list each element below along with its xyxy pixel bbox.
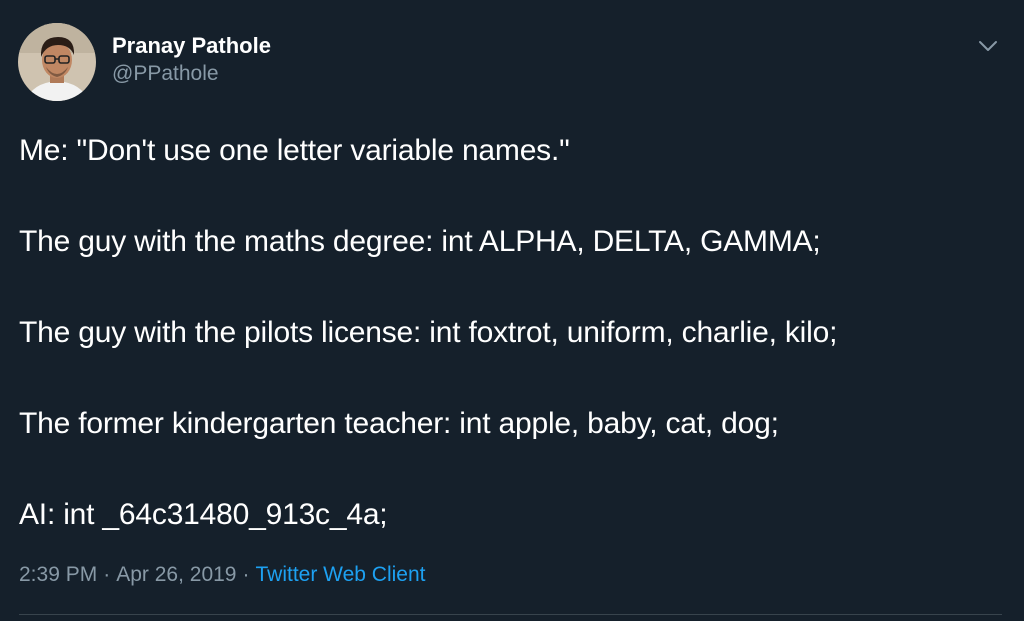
tweet-card: Pranay Pathole @PPathole Me: "Don't use …	[0, 0, 1024, 621]
tweet-text: Me: "Don't use one letter variable names…	[19, 128, 994, 538]
avatar[interactable]	[18, 23, 96, 101]
tweet-line-1: Me: "Don't use one letter variable names…	[19, 134, 570, 167]
separator-dot: ·	[242, 563, 250, 586]
tweet-line-3: The guy with the pilots license: int fox…	[19, 316, 838, 349]
display-name[interactable]: Pranay Pathole	[112, 32, 271, 60]
tweet-date[interactable]: Apr 26, 2019	[116, 563, 236, 586]
divider	[19, 614, 1002, 615]
tweet-header: Pranay Pathole @PPathole	[18, 22, 271, 102]
more-options-button[interactable]	[974, 32, 1002, 60]
user-handle[interactable]: @PPathole	[112, 60, 271, 88]
client-link[interactable]: Twitter Web Client	[255, 563, 425, 586]
author-names: Pranay Pathole @PPathole	[112, 32, 271, 88]
tweet-line-2: The guy with the maths degree: int ALPHA…	[19, 225, 821, 258]
profile-photo-icon	[18, 23, 96, 101]
separator-dot: ·	[103, 563, 111, 586]
tweet-metadata: 2:39 PM · Apr 26, 2019 · Twitter Web Client	[19, 560, 425, 590]
tweet-line-4: The former kindergarten teacher: int app…	[19, 407, 779, 440]
tweet-time[interactable]: 2:39 PM	[19, 563, 97, 586]
chevron-down-icon	[979, 41, 997, 51]
tweet-line-5: AI: int _64c31480_913c_4a;	[19, 498, 388, 531]
